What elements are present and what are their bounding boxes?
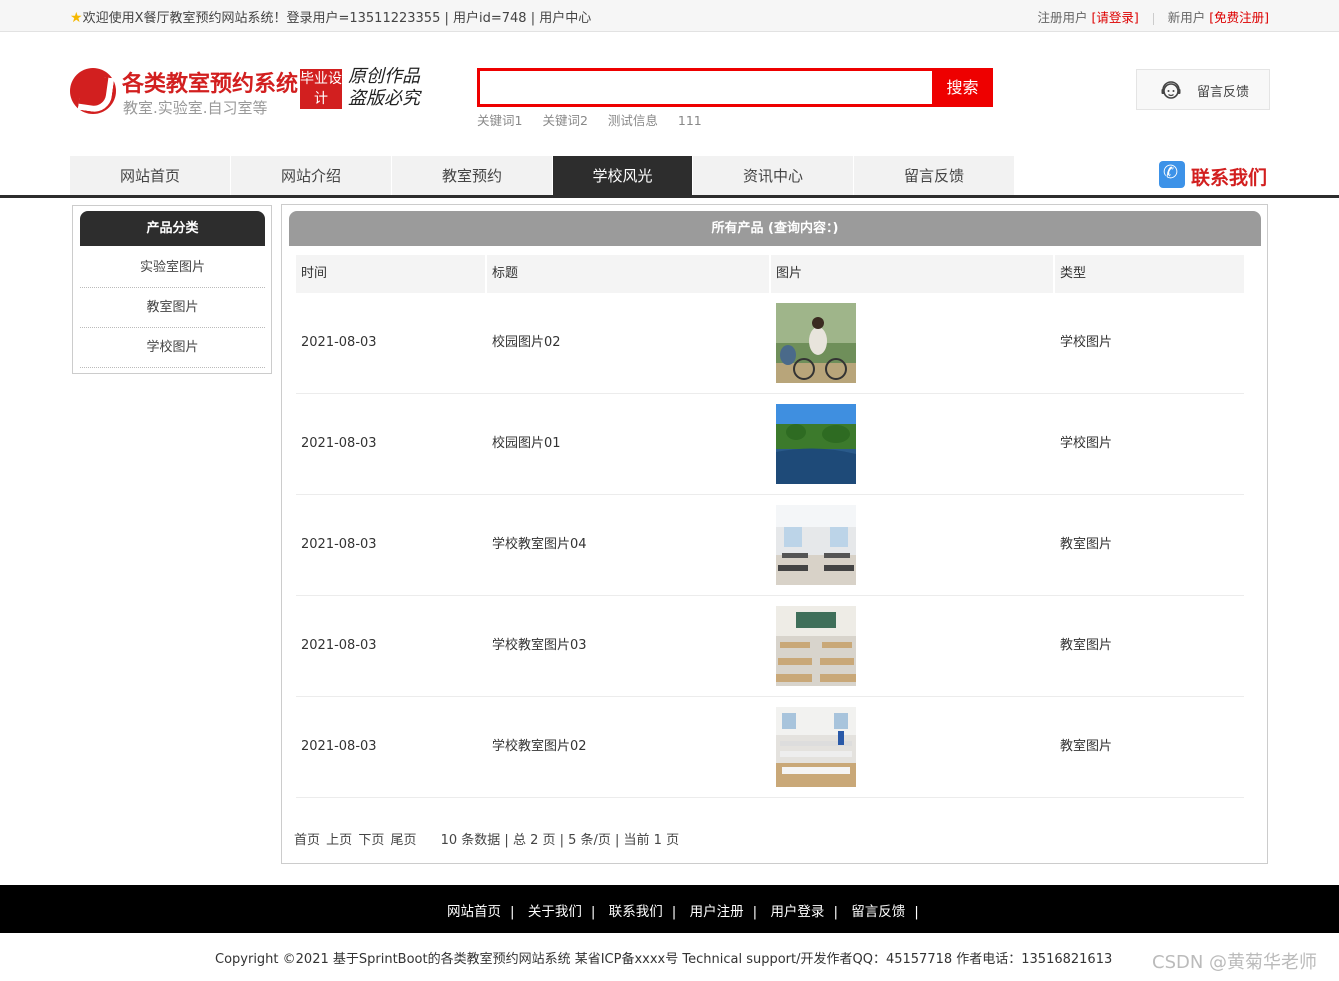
sidebar-title: 产品分类 [80,211,265,246]
row-title-link[interactable]: 学校教室图片02 [492,697,587,797]
search-bar: 搜索 [477,68,993,107]
category-sidebar: 产品分类 实验室图片 教室图片 学校图片 [72,205,272,374]
nav-item-booking[interactable]: 教室预约 [392,156,552,196]
campus-photo-thumbnail[interactable] [776,303,856,383]
row-title-link[interactable]: 校园图片02 [492,293,561,393]
registered-user-label: 注册用户 [1037,10,1088,25]
row-date: 2021-08-03 [301,638,377,653]
row-type: 教室图片 [1060,638,1113,653]
table-row[interactable]: 2021-08-03 校园图片01 学校图片 [296,394,1244,495]
footer-link-feedback[interactable]: 留言反馈 [851,904,905,920]
prev-page-link[interactable]: 上页 [326,833,352,848]
nav-item-about[interactable]: 网站介绍 [231,156,391,196]
column-header-time: 时间 [301,266,328,281]
row-title-link[interactable]: 学校教室图片04 [492,495,587,595]
divider: | [510,904,515,920]
row-type: 教室图片 [1060,739,1113,754]
nav-item-home[interactable]: 网站首页 [70,156,230,196]
new-user-label: 新用户 [1167,10,1206,25]
nav-item-feedback[interactable]: 留言反馈 [854,156,1014,196]
divider: | [914,904,919,920]
welcome-text[interactable]: 欢迎使用X餐厅教室预约网站系统！登录用户=13511223355 | 用户id=… [83,11,592,26]
row-title-link[interactable]: 校园图片01 [492,394,561,494]
column-header-image: 图片 [776,266,803,281]
table-row[interactable]: 2021-08-03 学校教室图片02 教室图片 [296,697,1244,798]
sidebar-item-classroom-images[interactable]: 教室图片 [80,288,265,328]
classroom-photo-thumbnail[interactable] [776,505,856,585]
feedback-button[interactable]: 留言反馈 [1136,69,1270,110]
keyword-link[interactable]: 111 [678,113,702,128]
product-list-panel: 所有产品 (查询内容：) 时间 标题 图片 类型 2021-08-03 校园图片… [281,204,1268,864]
site-logo[interactable]: 各类教室预约系统 教室.实验室.自习室等 毕业设计 原创作品 盗版必究 [70,66,430,121]
divider: | [590,904,596,920]
next-page-link[interactable]: 下页 [358,833,384,848]
footer-link-about[interactable]: 关于我们 [528,904,582,920]
first-page-link[interactable]: 首页 [294,833,320,848]
keyword-link[interactable]: 测试信息 [608,113,658,128]
row-date: 2021-08-03 [301,335,377,350]
row-title-link[interactable]: 学校教室图片03 [492,596,587,696]
feedback-button-label: 留言反馈 [1197,85,1250,100]
headset-icon [1161,81,1181,99]
panel-title: 所有产品 (查询内容：) [289,211,1261,246]
pagination: 首页 上页 下页 尾页 10 条数据 | 总 2 页 | 5 条/页 | 当前 … [294,829,679,848]
table-row[interactable]: 2021-08-03 校园图片02 学校图片 [296,293,1244,394]
footer-link-register[interactable]: 用户注册 [690,904,744,920]
nav-divider [0,195,1339,198]
row-date: 2021-08-03 [301,436,377,451]
divider: | [671,904,677,920]
table-row[interactable]: 2021-08-03 学校教室图片03 教室图片 [296,596,1244,697]
row-type: 学校图片 [1060,335,1113,350]
table-header: 时间 标题 图片 类型 [296,255,1244,293]
row-type: 教室图片 [1060,537,1113,552]
footer-link-contact[interactable]: 联系我们 [609,904,663,920]
classroom-photo-thumbnail[interactable] [776,707,856,787]
row-type: 学校图片 [1060,436,1113,451]
nav-item-campus[interactable]: 学校风光 [553,156,692,196]
sidebar-item-school-images[interactable]: 学校图片 [80,328,265,368]
main-nav: 网站首页 网站介绍 教室预约 学校风光 资讯中心 留言反馈 [70,156,1015,196]
logo-title: 各类教室预约系统 [122,71,299,96]
star-icon: ★ [70,10,83,26]
row-date: 2021-08-03 [301,537,377,552]
sidebar-item-lab-images[interactable]: 实验室图片 [80,248,265,288]
contact-us-label: 联系我们 [1191,167,1268,189]
watermark: CSDN @黄菊华老师 [1152,952,1318,973]
footer-nav: 网站首页 | 关于我们 | 联系我们 | 用户注册 | 用户登录 | 留言反馈 | [0,885,1339,933]
divider: | [833,904,838,920]
search-button[interactable]: 搜索 [932,68,993,107]
nav-item-news[interactable]: 资讯中心 [693,156,853,196]
classroom-photo-thumbnail[interactable] [776,606,856,686]
login-link[interactable]: [请登录] [1092,10,1139,25]
divider [1152,12,1154,25]
phone-icon [1159,161,1185,188]
keyword-link[interactable]: 关键词2 [542,113,587,128]
logo-subtitle: 教室.实验室.自习室等 [123,99,268,117]
logo-badge: 毕业设计 [300,69,342,109]
table-row[interactable]: 2021-08-03 学校教室图片04 教室图片 [296,495,1244,596]
top-bar: ★欢迎使用X餐厅教室预约网站系统！登录用户=13511223355 | 用户id… [0,0,1339,32]
welcome-message: ★欢迎使用X餐厅教室预约网站系统！登录用户=13511223355 | 用户id… [70,7,591,26]
footer-link-login[interactable]: 用户登录 [770,904,824,920]
register-link[interactable]: [免费注册] [1209,10,1269,25]
logo-icon [70,68,116,114]
column-header-title: 标题 [492,266,519,281]
campus-photo-thumbnail[interactable] [776,404,856,484]
last-page-link[interactable]: 尾页 [390,833,416,848]
copyright-text: Copyright ©2021 基于SprintBoot的各类教室预约网站系统 … [215,952,1113,967]
footer-link-home[interactable]: 网站首页 [447,904,501,920]
pagination-summary: 10 条数据 | 总 2 页 | 5 条/页 | 当前 1 页 [440,833,680,848]
account-links: 注册用户 [请登录] 新用户 [免费注册] [1038,7,1270,26]
hot-keywords: 关键词1 关键词2 测试信息 111 [477,110,718,129]
row-date: 2021-08-03 [301,739,377,754]
logo-slogan: 原创作品 盗版必究 [348,66,420,109]
search-input[interactable] [477,68,932,107]
column-header-type: 类型 [1060,266,1087,281]
divider: | [752,904,758,920]
keyword-link[interactable]: 关键词1 [477,113,522,128]
